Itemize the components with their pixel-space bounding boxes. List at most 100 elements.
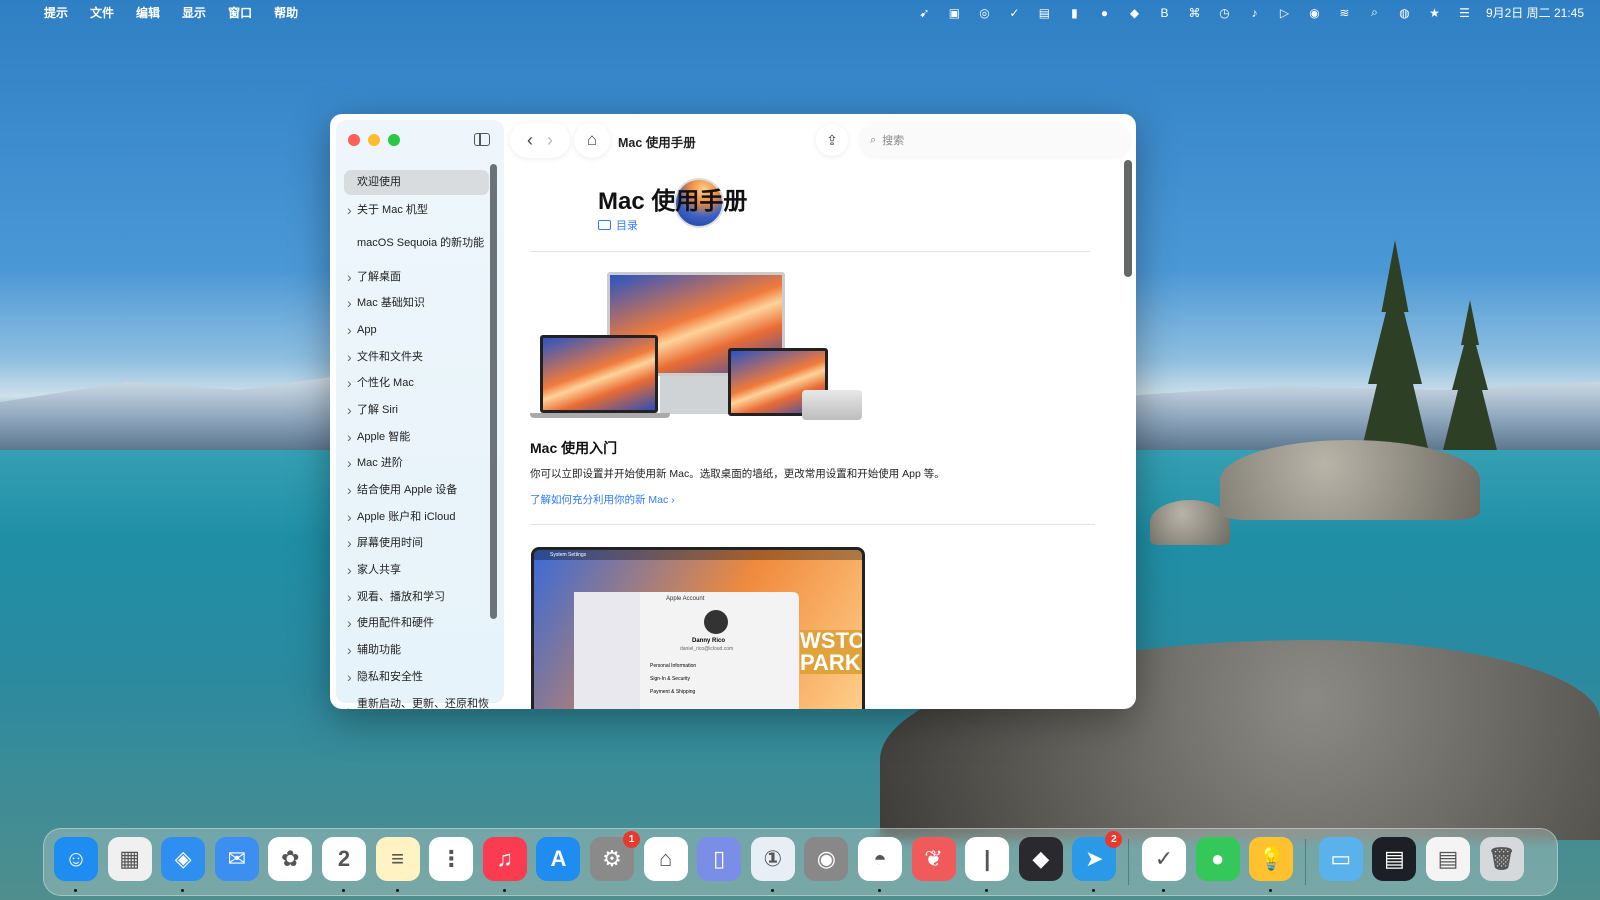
dock-app-store[interactable]: A (536, 837, 581, 881)
dock-window-preview-telegram[interactable]: ▤ (1372, 837, 1417, 881)
dock-iphone-mirroring[interactable]: ▯ (697, 837, 742, 881)
home-button[interactable]: ⌂ (574, 122, 610, 158)
dock-downloads-folder[interactable]: ▭ (1318, 837, 1363, 881)
dock-safari[interactable]: ◈ (161, 837, 206, 881)
sidebar-toggle-icon[interactable] (474, 133, 490, 146)
control-center-icon[interactable]: ☰ (1456, 4, 1473, 21)
sidebar-item[interactable]: 了解桌面 (344, 264, 489, 291)
back-button[interactable]: ‹ (527, 130, 533, 151)
dock-text-editor[interactable]: | (965, 837, 1010, 881)
sidebar-item[interactable]: 使用配件和硬件 (344, 611, 489, 638)
at-icon[interactable]: ◎ (976, 4, 993, 21)
dock-calendar[interactable]: 2 (322, 837, 366, 881)
learn-more-link[interactable]: 了解如何充分利用你的新 Mac › (530, 492, 675, 507)
sidebar-item[interactable]: Apple 智能 (344, 424, 489, 451)
grid-icon[interactable]: ⌘ (1186, 4, 1203, 21)
dock-arc-weather[interactable]: ◓ (858, 837, 902, 881)
sidebar-item[interactable]: 重新启动、更新、还原和恢复 (344, 691, 489, 709)
star-icon[interactable]: ★ (1426, 4, 1443, 21)
wifi-icon[interactable]: ≋ (1336, 4, 1353, 21)
search-field[interactable]: ⌕ 搜索 (860, 124, 1130, 156)
sidebar-item[interactable]: 欢迎使用 (344, 170, 489, 195)
inbox-icon[interactable]: ▤ (1036, 4, 1053, 21)
sidebar-item[interactable]: 隐私和安全性 (344, 664, 489, 691)
search-icon[interactable]: ⌕ (1366, 4, 1383, 21)
content-scrollbar[interactable] (1124, 160, 1132, 277)
dock-photos[interactable]: ✿ (268, 837, 313, 881)
sidebar-nav: 欢迎使用关于 Mac 机型macOS Sequoia 的新功能了解桌面Mac 基… (344, 170, 489, 709)
diamond-icon[interactable]: ◆ (1126, 4, 1143, 21)
music-icon[interactable]: ♪ (1246, 4, 1263, 21)
dock-window-preview-browser[interactable]: ▤ (1426, 837, 1470, 881)
sidebar-item[interactable]: 文件和文件夹 (344, 344, 489, 371)
battery-icon[interactable]: ▮ (1066, 4, 1083, 21)
messages-icon: ● (1210, 846, 1225, 871)
dock-system-settings[interactable]: ⚙ 1 (590, 831, 640, 881)
minimize-button[interactable] (368, 134, 380, 146)
history-icon[interactable]: ◷ (1216, 4, 1233, 21)
mac-studio-image (802, 390, 862, 420)
dock-mailmate[interactable]: ✓ (1142, 837, 1186, 881)
notification-badge: 2 (1105, 831, 1123, 848)
dock-obsidian[interactable]: ◆ (1018, 837, 1063, 881)
sidebar-scrollbar[interactable] (490, 164, 497, 619)
text-editor-icon: | (984, 846, 991, 871)
sidebar-item[interactable]: 辅助功能 (344, 637, 489, 664)
mail-icon: ✉ (227, 846, 247, 871)
menu-item[interactable]: 显示 (182, 4, 206, 21)
dock-mail[interactable]: ✉ (214, 837, 259, 881)
dock-trash[interactable]: 🗑 (1479, 837, 1524, 881)
sidebar-item[interactable]: 结合使用 Apple 设备 (344, 477, 489, 504)
dock-1password[interactable]: ① (750, 837, 795, 881)
sidebar-item[interactable]: Mac 基础知识 (344, 290, 489, 317)
share-button[interactable]: ⇪ (816, 124, 848, 156)
sidebar-item[interactable]: 屏幕使用时间 (344, 531, 489, 558)
dock-chrome[interactable]: ◉ (804, 837, 849, 881)
music-icon: ♫ (496, 846, 514, 871)
sidebar-item[interactable]: Apple 账户和 iCloud (344, 504, 489, 531)
sidebar-item[interactable]: 了解 Siri (344, 397, 489, 424)
home-icon: ⌂ (586, 130, 598, 149)
menu-item[interactable]: 帮助 (274, 4, 298, 21)
menu-item[interactable]: 提示 (44, 4, 68, 21)
sidebar-item[interactable]: 个性化 Mac (344, 370, 489, 397)
trash-icon: 🗑 (1487, 846, 1516, 871)
dock-music[interactable]: ♫ (482, 837, 527, 881)
sidebar-item[interactable]: 观看、播放和学习 (344, 584, 489, 611)
menu-item[interactable]: 编辑 (136, 4, 160, 21)
display-icon[interactable]: ▣ (946, 4, 963, 21)
running-indicator (181, 889, 185, 892)
zoom-button[interactable] (388, 134, 400, 146)
play-icon[interactable]: ▷ (1276, 4, 1293, 21)
sidebar-item[interactable]: macOS Sequoia 的新功能 (344, 224, 489, 264)
drop-icon[interactable]: ✓ (1006, 4, 1023, 21)
dock-scrobbles[interactable]: ❦ (911, 837, 956, 881)
dock-reminders[interactable]: ⋮ (429, 837, 474, 881)
forward-button[interactable]: › (547, 130, 553, 151)
dock-tips[interactable]: 💡 (1249, 837, 1294, 881)
dock-finder[interactable]: ☺ (54, 837, 98, 881)
toc-link[interactable]: 目录 (598, 217, 638, 233)
sidebar-item[interactable]: 家人共享 (344, 557, 489, 584)
sidebar-item[interactable]: 关于 Mac 机型 (344, 197, 489, 224)
user-icon[interactable]: ◉ (1306, 4, 1323, 21)
sidebar-item[interactable]: App (344, 317, 489, 344)
system-settings-screenshot: System Settings Apple Account Danny Rico… (531, 547, 865, 709)
close-button[interactable] (348, 134, 360, 146)
menu-bar-clock[interactable]: 9月2日 周二 21:45 (1486, 4, 1584, 21)
dock-messages[interactable]: ● (1195, 837, 1240, 881)
clock-icon[interactable]: ● (1096, 4, 1113, 21)
iphone-mirroring-icon: ▯ (713, 846, 726, 871)
macbook-image (540, 335, 658, 413)
b-icon[interactable]: B (1156, 4, 1173, 21)
send-icon[interactable]: ➹ (916, 4, 933, 21)
dock-notes[interactable]: ≡ (375, 837, 420, 881)
dock-home[interactable]: ⌂ (643, 837, 688, 881)
colorball-icon[interactable]: ◍ (1396, 4, 1413, 21)
menu-item[interactable]: 文件 (90, 4, 114, 21)
menu-item[interactable]: 窗口 (228, 4, 252, 21)
dock-launchpad[interactable]: ▦ (107, 837, 152, 881)
divider (530, 524, 1095, 525)
dock-telegram[interactable]: ➤ 2 (1072, 831, 1123, 881)
sidebar-item[interactable]: Mac 进阶 (344, 451, 489, 478)
